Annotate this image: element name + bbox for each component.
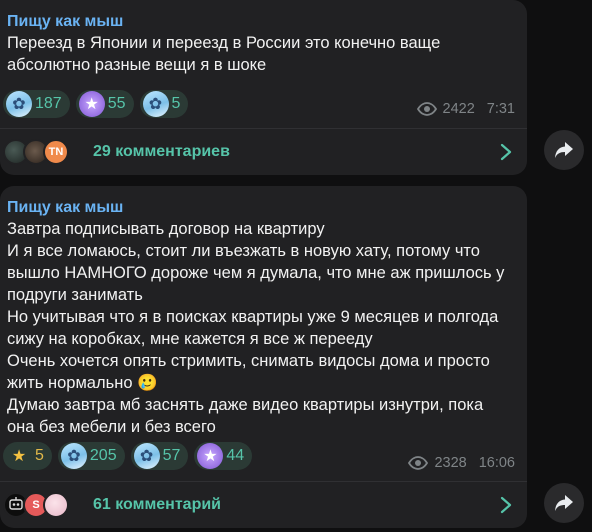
reaction-count: 55 bbox=[107, 95, 126, 112]
reaction-count: 187 bbox=[35, 95, 62, 112]
reaction-count: 205 bbox=[89, 447, 117, 464]
reaction-count: 44 bbox=[226, 447, 245, 464]
eye-icon bbox=[408, 456, 429, 470]
share-button[interactable] bbox=[544, 483, 584, 523]
commenter-avatars: S bbox=[3, 492, 83, 518]
reactions-bar: ✿ 187 ★ 55 ✿ 5 bbox=[3, 90, 189, 118]
reaction-chip[interactable]: ✿ 57 bbox=[130, 442, 189, 470]
chevron-right-icon bbox=[500, 496, 512, 514]
star-icon: ★ bbox=[78, 91, 105, 117]
chevron-right-icon bbox=[500, 143, 512, 161]
star-icon: ★ bbox=[11, 448, 27, 465]
comments-count-label: 61 комментарий bbox=[93, 496, 222, 513]
avatar: TN bbox=[43, 139, 69, 165]
reaction-chip[interactable]: ★ 44 bbox=[194, 442, 253, 470]
star-icon: ★ bbox=[197, 443, 224, 469]
reaction-count: 5 bbox=[171, 95, 181, 112]
view-count: 2328 bbox=[434, 455, 467, 471]
post-time: 16:06 bbox=[478, 455, 515, 471]
anime-face-icon: ✿ bbox=[6, 91, 32, 117]
share-button[interactable] bbox=[544, 130, 584, 170]
reaction-chip[interactable]: ✿ 205 bbox=[57, 442, 125, 470]
anime-face-icon: ✿ bbox=[142, 91, 169, 117]
post-meta: 2422 7:31 bbox=[416, 101, 515, 117]
post-text: Переезд в Японии и переезд в России это … bbox=[7, 34, 441, 74]
post-author[interactable]: Пищу как мыш bbox=[7, 12, 515, 32]
anime-face-icon: ✿ bbox=[60, 443, 87, 469]
comments-button[interactable]: TN 29 комментариев bbox=[0, 129, 527, 175]
reaction-chip[interactable]: ★ 55 bbox=[75, 90, 134, 118]
view-count: 2422 bbox=[442, 101, 475, 117]
post-author[interactable]: Пищу как мыш bbox=[7, 198, 515, 218]
commenter-avatars: TN bbox=[3, 139, 83, 165]
post-time: 7:31 bbox=[486, 101, 515, 117]
reaction-chip[interactable]: ✿ 187 bbox=[3, 90, 70, 118]
channel-post[interactable]: Пищу как мыш Завтра подписывать договор … bbox=[0, 186, 527, 528]
post-text: Завтра подписывать договор на квартиру И… bbox=[7, 220, 505, 436]
eye-icon bbox=[416, 102, 437, 116]
share-arrow-icon bbox=[555, 142, 573, 158]
reaction-chip[interactable]: ✿ 5 bbox=[139, 90, 189, 118]
avatar bbox=[43, 492, 69, 518]
reaction-chip[interactable]: ★ 5 bbox=[3, 442, 52, 470]
reaction-count: 57 bbox=[162, 447, 181, 464]
anime-face-icon: ✿ bbox=[133, 443, 160, 469]
comments-button[interactable]: S 61 комментарий bbox=[0, 482, 527, 528]
reactions-bar: ★ 5 ✿ 205 ✿ 57 ★ 44 bbox=[3, 442, 253, 470]
comments-count-label: 29 комментариев bbox=[93, 143, 230, 160]
reaction-count: 5 bbox=[35, 447, 44, 464]
channel-post[interactable]: Пищу как мыш Переезд в Японии и переезд … bbox=[0, 0, 527, 175]
post-meta: 2328 16:06 bbox=[408, 455, 515, 471]
share-arrow-icon bbox=[555, 495, 573, 511]
